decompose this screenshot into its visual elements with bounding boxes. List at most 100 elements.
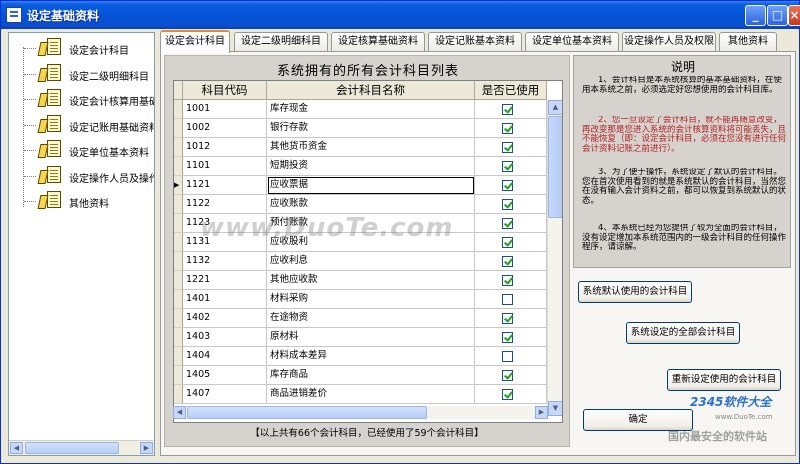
grid-horizontal-scrollbar[interactable]: ◀ ▶ (173, 406, 548, 419)
cell-name[interactable]: 商品进销差价 (267, 385, 475, 404)
checked-checkbox[interactable] (502, 161, 513, 172)
tab-4[interactable]: 设定记账基本资料 (428, 32, 522, 51)
cell-code[interactable]: 1401 (183, 290, 267, 309)
tab-6[interactable]: 设定操作人员及权限 (622, 32, 716, 51)
checked-checkbox[interactable] (502, 104, 513, 115)
tab-7[interactable]: 其他资料 (719, 32, 777, 51)
cell-name[interactable]: 银行存款 (267, 119, 475, 138)
cell-code[interactable]: 1121 (183, 176, 267, 195)
close-button[interactable]: × (788, 5, 800, 26)
cell-code[interactable]: 1122 (183, 195, 267, 214)
scroll-right-arrow-icon[interactable]: ▶ (535, 406, 548, 419)
row-header[interactable] (174, 100, 183, 119)
row-header[interactable] (174, 233, 183, 252)
help-title: 说明 (670, 60, 695, 74)
checked-checkbox[interactable] (502, 370, 513, 381)
scroll-thumb[interactable] (25, 442, 119, 454)
scroll-right-arrow-icon[interactable]: ▶ (140, 442, 153, 454)
cell-name[interactable]: 在途物资 (267, 309, 475, 328)
tree-horizontal-scrollbar[interactable]: ◀ ▶ (9, 440, 154, 455)
scroll-thumb[interactable] (548, 116, 562, 218)
watermark-logo: 2345软件大全 (690, 395, 772, 409)
row-header[interactable] (174, 309, 183, 328)
cell-code[interactable]: 1012 (183, 138, 267, 157)
minimize-button[interactable]: _ (745, 5, 766, 26)
column-header-code[interactable]: 科目代码 (183, 81, 267, 100)
cell-used (475, 347, 547, 366)
cell-name[interactable]: 应收票据 (267, 176, 475, 195)
maximize-button[interactable]: □ (767, 5, 788, 26)
unchecked-checkbox[interactable] (502, 294, 513, 305)
cell-code[interactable]: 1404 (183, 347, 267, 366)
unchecked-checkbox[interactable] (502, 351, 513, 362)
scroll-thumb[interactable] (187, 406, 427, 419)
cell-name[interactable]: 其他货币资金 (267, 138, 475, 157)
cell-code[interactable]: 1132 (183, 252, 267, 271)
checked-checkbox[interactable] (502, 199, 513, 210)
cell-used (475, 252, 547, 271)
default-accounts-button[interactable]: 系统默认使用的会计科目 (578, 281, 692, 303)
column-header-name[interactable]: 会计科目名称 (267, 81, 475, 100)
cell-code[interactable]: 1001 (183, 100, 267, 119)
cell-name[interactable]: 材料采购 (267, 290, 475, 309)
cell-code[interactable]: 1221 (183, 271, 267, 290)
cell-code[interactable]: 1407 (183, 385, 267, 404)
cell-code[interactable]: 1101 (183, 157, 267, 176)
row-header[interactable] (174, 328, 183, 347)
cell-name[interactable]: 其他应收款 (267, 271, 475, 290)
tab-5[interactable]: 设定单位基本资料 (525, 32, 619, 51)
column-header-used[interactable]: 是否已使用 (475, 81, 547, 100)
cell-name[interactable]: 库存商品 (267, 366, 475, 385)
cell-name[interactable]: 原材料 (267, 328, 475, 347)
cell-code[interactable]: 1402 (183, 309, 267, 328)
checked-checkbox[interactable] (502, 180, 513, 191)
row-header[interactable] (174, 290, 183, 309)
checked-checkbox[interactable] (502, 123, 513, 134)
checked-checkbox[interactable] (502, 275, 513, 286)
tab-strip: 设定会计科目 设定二级明细科目 设定核算基础资料 设定记账基本资料 设定单位基本资料 设定… (160, 30, 796, 53)
cell-used (475, 100, 547, 119)
cell-name[interactable]: 材料成本差异 (267, 347, 475, 366)
row-header[interactable]: ▶ (174, 176, 183, 195)
checked-checkbox[interactable] (502, 313, 513, 324)
row-header[interactable] (174, 366, 183, 385)
row-header[interactable] (174, 138, 183, 157)
cell-name[interactable]: 应收利息 (267, 252, 475, 271)
row-header[interactable] (174, 119, 183, 138)
row-header[interactable] (174, 347, 183, 366)
row-header[interactable] (174, 385, 183, 404)
checked-checkbox[interactable] (502, 332, 513, 343)
tab-3[interactable]: 设定核算基础资料 (331, 32, 425, 51)
cell-code[interactable]: 1002 (183, 119, 267, 138)
cell-name[interactable]: 应收账款 (267, 195, 475, 214)
tab-1[interactable]: 设定会计科目 (160, 30, 230, 53)
cell-code[interactable]: 1405 (183, 366, 267, 385)
cell-code[interactable]: 1403 (183, 328, 267, 347)
tree-item-label: 设定操作人员及操作 (69, 173, 155, 185)
row-header[interactable] (174, 157, 183, 176)
scroll-down-arrow-icon[interactable]: ▼ (548, 401, 562, 416)
title-bar[interactable]: 设定基础资料 _ □ × (1, 1, 800, 29)
tree-item-label: 设定二级明细科目 (69, 71, 149, 83)
row-header[interactable] (174, 252, 183, 271)
checked-checkbox[interactable] (502, 256, 513, 267)
row-header[interactable] (174, 271, 183, 290)
grid-title: 系统拥有的所有会计科目列表 (276, 64, 459, 79)
help-paragraph-4: 4、本系统已经为您提供了较为全面的会计科目，没有设定增加本系统范围内的一级会计科… (582, 224, 786, 252)
checked-checkbox[interactable] (502, 142, 513, 153)
cell-name[interactable]: 短期投资 (267, 157, 475, 176)
scroll-left-arrow-icon[interactable]: ◀ (10, 442, 23, 454)
tab-2[interactable]: 设定二级明细科目 (234, 32, 328, 51)
reset-accounts-button[interactable]: 重新设定使用的会计科目 (667, 369, 781, 391)
all-accounts-button[interactable]: 系统设定的全部会计科目 (626, 322, 740, 344)
grid-vertical-scrollbar[interactable]: ▲ ▼ (547, 100, 562, 416)
app-icon (6, 7, 22, 23)
checked-checkbox[interactable] (502, 389, 513, 400)
cell-name[interactable]: 库存现金 (267, 100, 475, 119)
row-header[interactable] (174, 195, 183, 214)
checked-checkbox[interactable] (502, 218, 513, 229)
scroll-up-arrow-icon[interactable]: ▲ (548, 100, 562, 115)
scroll-left-arrow-icon[interactable]: ◀ (173, 406, 186, 419)
checked-checkbox[interactable] (502, 237, 513, 248)
row-header[interactable] (174, 214, 183, 233)
